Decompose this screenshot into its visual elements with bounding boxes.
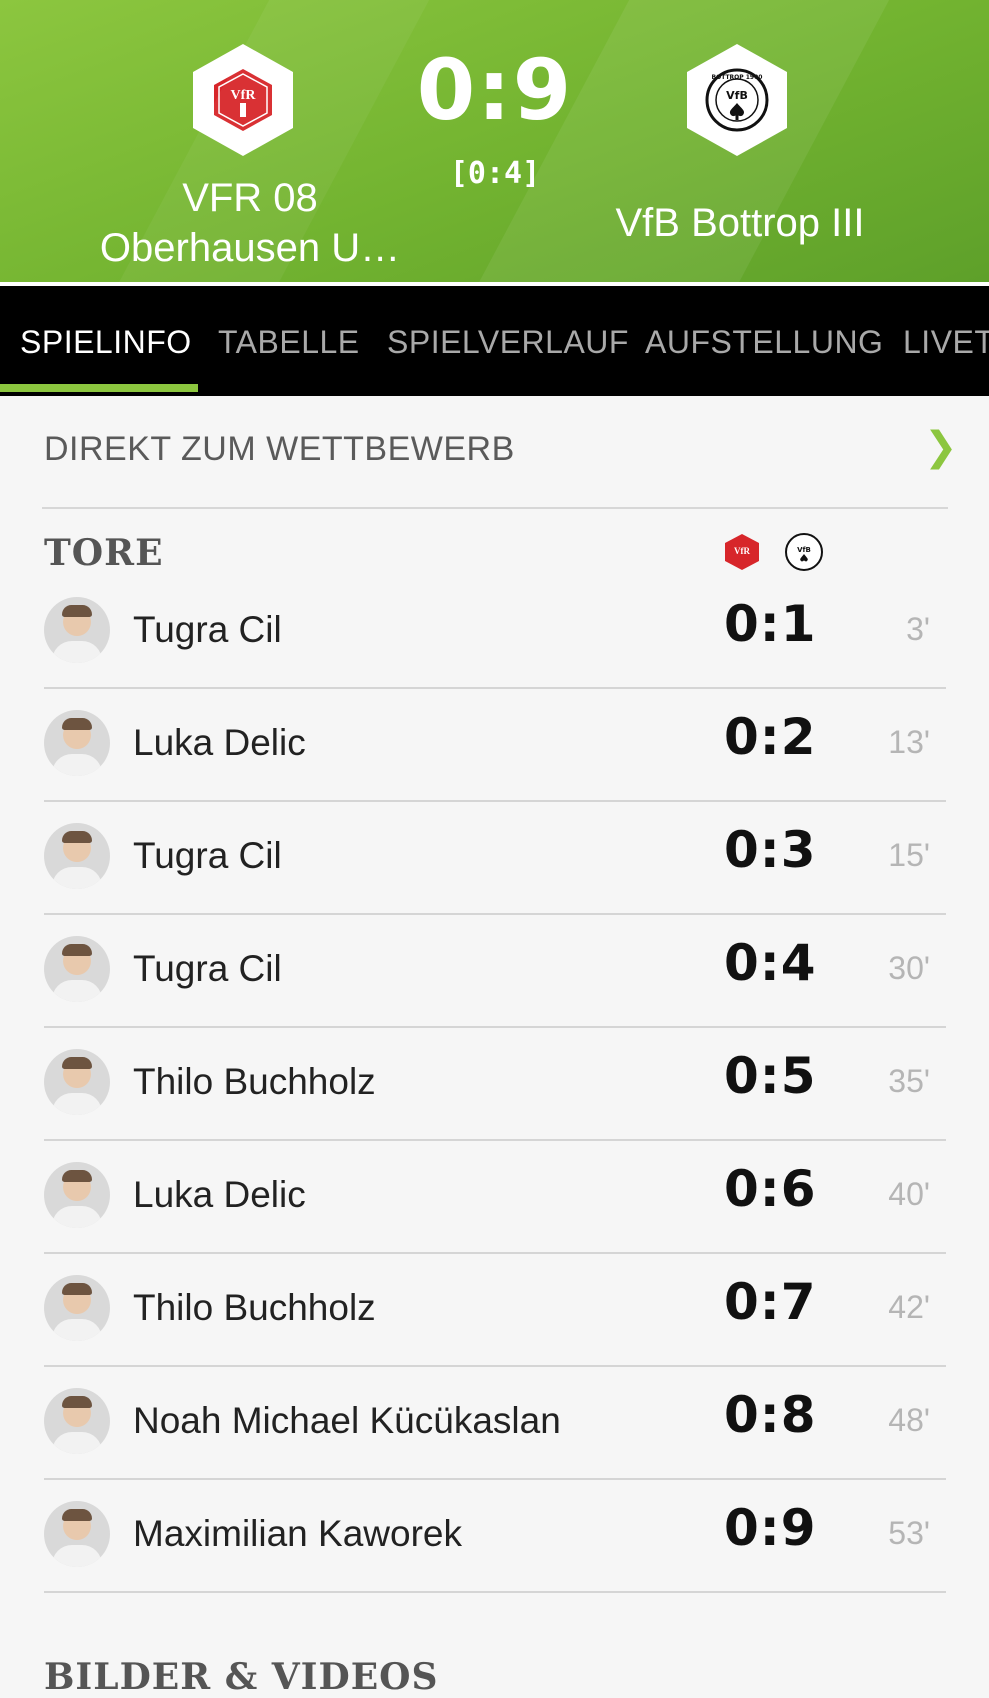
player-avatar xyxy=(44,1049,110,1115)
goal-score: 0:1 xyxy=(724,595,817,653)
scorer-name: Maximilian Kaworek xyxy=(133,1513,462,1554)
player-avatar xyxy=(44,597,110,663)
goal-minute: 15' xyxy=(888,837,930,873)
goal-minute: 3' xyxy=(906,611,930,647)
scorer-name: Luka Delic xyxy=(133,1174,306,1215)
scorer-name: Noah Michael Kücükaslan xyxy=(133,1400,561,1441)
goal-row[interactable]: Thilo Buchholz 0:7 42' xyxy=(44,1253,946,1367)
player-avatar xyxy=(44,936,110,1002)
player-avatar xyxy=(44,1388,110,1454)
home-team-name[interactable]: VFR 08 Oberhausen U… xyxy=(80,173,420,273)
goal-row[interactable]: Thilo Buchholz 0:5 35' xyxy=(44,1027,946,1141)
goals-section-title: TORE xyxy=(44,532,164,574)
goal-minute: 42' xyxy=(888,1289,930,1325)
scorer-name: Thilo Buchholz xyxy=(133,1061,376,1102)
vfr-crest-icon: VfR xyxy=(214,69,272,131)
scorer-name: Luka Delic xyxy=(133,722,306,763)
match-header: VfR 0:9 BOTTROP 1900 VfB [0:4] VFR 08 Ob… xyxy=(0,0,989,282)
tab-aufstellung[interactable]: AUFSTELLUNG xyxy=(645,324,883,361)
final-score: 0:9 xyxy=(416,41,574,139)
goal-score: 0:9 xyxy=(724,1499,817,1557)
svg-text:VfB: VfB xyxy=(797,546,811,554)
goal-score: 0:5 xyxy=(724,1047,817,1105)
goal-minute: 53' xyxy=(888,1515,930,1551)
player-avatar xyxy=(44,1501,110,1567)
goal-row[interactable]: Luka Delic 0:2 13' xyxy=(44,688,946,802)
home-mini-logo-icon: VfR xyxy=(722,532,762,572)
player-avatar xyxy=(44,1162,110,1228)
goal-score: 0:8 xyxy=(724,1386,817,1444)
home-logo-text: VfR xyxy=(231,88,257,103)
goal-minute: 35' xyxy=(888,1063,930,1099)
away-logo-ring-text: BOTTROP 1900 xyxy=(712,74,763,81)
goal-score: 0:7 xyxy=(724,1273,817,1331)
away-team-logo[interactable]: BOTTROP 1900 VfB xyxy=(687,44,787,156)
tab-tabelle[interactable]: TABELLE xyxy=(218,324,360,361)
scorer-name: Tugra Cil xyxy=(133,948,282,989)
divider xyxy=(42,507,948,509)
goal-row[interactable]: Noah Michael Kücükaslan 0:8 48' xyxy=(44,1366,946,1480)
player-avatar xyxy=(44,1275,110,1341)
away-team-name[interactable]: VfB Bottrop III xyxy=(590,198,890,248)
chevron-right-icon[interactable]: ❯ xyxy=(924,424,958,470)
tab-bar: SPIELINFO TABELLE SPIELVERLAUF AUFSTELLU… xyxy=(0,286,989,396)
goal-score: 0:3 xyxy=(724,821,817,879)
tab-spielverlauf[interactable]: SPIELVERLAUF xyxy=(387,324,629,361)
scorer-name: Tugra Cil xyxy=(133,609,282,650)
goal-row[interactable]: Tugra Cil 0:4 30' xyxy=(44,914,946,1028)
goal-minute: 13' xyxy=(888,724,930,760)
vfb-crest-icon: BOTTROP 1900 VfB xyxy=(705,68,769,132)
player-avatar xyxy=(44,710,110,776)
competition-link[interactable]: DIREKT ZUM WETTBEWERB xyxy=(44,430,515,469)
goal-minute: 40' xyxy=(888,1176,930,1212)
media-section-title: BILDER & VIDEOS xyxy=(44,1656,439,1698)
tab-spielinfo[interactable]: SPIELINFO xyxy=(20,324,192,361)
goal-minute: 48' xyxy=(888,1402,930,1438)
goal-score: 0:4 xyxy=(724,934,817,992)
scorer-name: Tugra Cil xyxy=(133,835,282,876)
goal-score: 0:2 xyxy=(724,708,817,766)
goal-score: 0:6 xyxy=(724,1160,817,1218)
goal-row[interactable]: Maximilian Kaworek 0:9 53' xyxy=(44,1479,946,1593)
home-team-logo[interactable]: VfR xyxy=(193,44,293,156)
away-mini-logo-icon: VfB xyxy=(784,532,824,572)
halftime-score: [0:4] xyxy=(449,156,541,191)
goal-row[interactable]: Luka Delic 0:6 40' xyxy=(44,1140,946,1254)
away-logo-text: VfB xyxy=(726,89,748,102)
svg-text:VfR: VfR xyxy=(734,546,750,556)
goal-row[interactable]: Tugra Cil 0:3 15' xyxy=(44,801,946,915)
tab-liveticker[interactable]: LIVET xyxy=(903,324,989,361)
goal-minute: 30' xyxy=(888,950,930,986)
player-avatar xyxy=(44,823,110,889)
goal-row[interactable]: Tugra Cil 0:1 3' xyxy=(44,575,946,689)
active-tab-indicator xyxy=(0,384,198,392)
scorer-name: Thilo Buchholz xyxy=(133,1287,376,1328)
